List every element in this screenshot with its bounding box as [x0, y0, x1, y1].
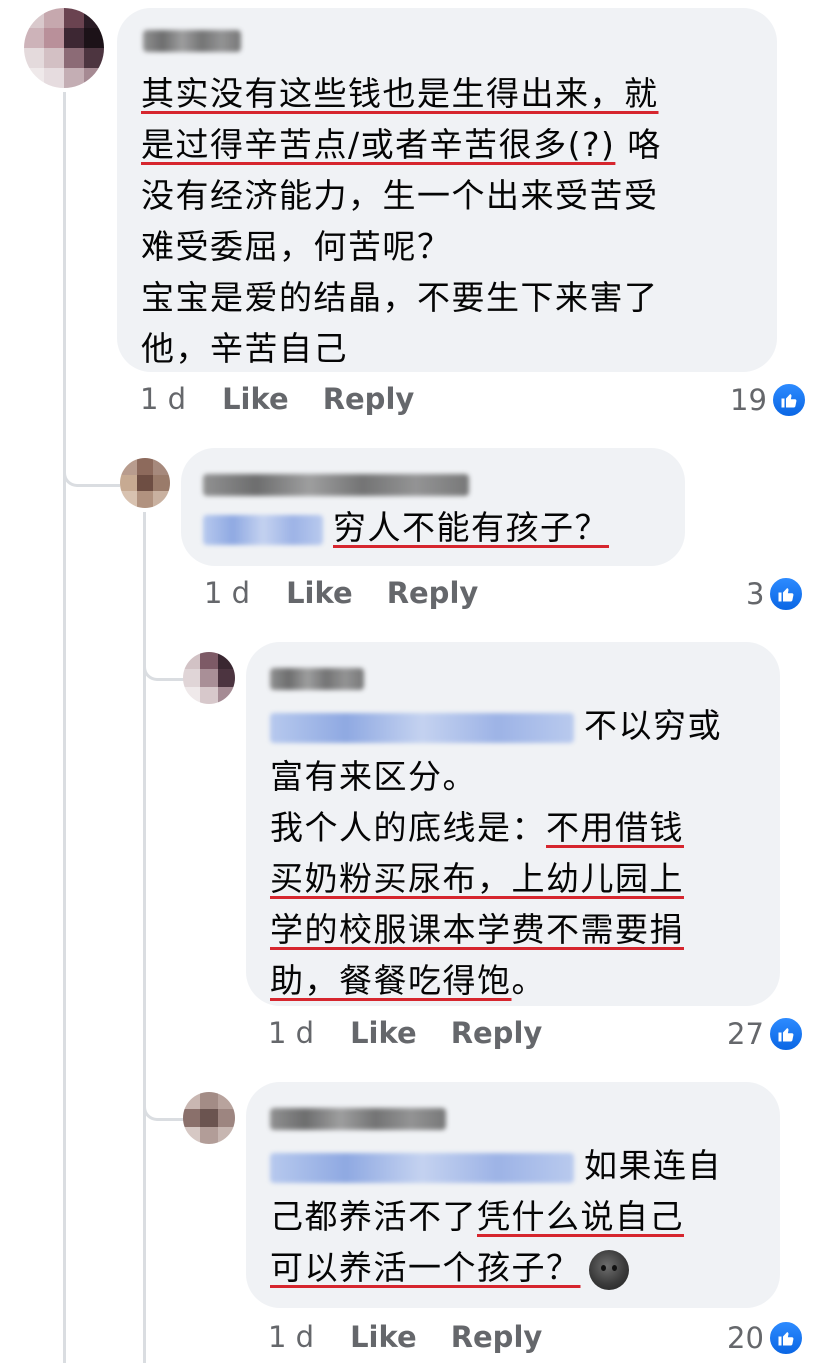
comment-line: 我个人的底线是：不用借钱 — [270, 802, 722, 853]
thread-elbow-reply-1 — [63, 420, 120, 487]
comment-line: 如果连自 — [270, 1140, 722, 1191]
like-icon — [767, 1320, 804, 1356]
comment-line: 买奶粉买尿布，上幼儿园上 — [270, 853, 722, 904]
underlined-text: 是过得辛苦点/或者辛苦很多(?) — [141, 125, 616, 164]
mention-tag[interactable] — [270, 712, 574, 743]
new-moon-face-emoji — [588, 1249, 629, 1290]
mention-tag[interactable] — [270, 1152, 574, 1183]
reaction-number: 3 — [746, 577, 765, 611]
comment-text-segment: 难受委屈，何苦呢？ — [141, 227, 452, 266]
comment-line: 助，餐餐吃得饱。 — [270, 955, 722, 1006]
like-button[interactable]: Like — [350, 1016, 417, 1050]
comment-bubble: 不以穷或富有来区分。我个人的底线是：不用借钱买奶粉买尿布，上幼儿园上 学的校服课本… — [246, 642, 780, 1006]
like-icon — [770, 382, 807, 418]
author-name[interactable] — [203, 474, 469, 496]
author-name[interactable] — [270, 1108, 446, 1130]
comment-bubble: 如果连自己都养活不了凭什么说自己可以养活一个孩子？ — [246, 1082, 780, 1308]
comment-time[interactable]: 1 d — [268, 1320, 314, 1354]
like-button[interactable]: Like — [350, 1320, 417, 1354]
comment-text-segment: 我个人的底线是： — [270, 808, 546, 847]
comment-text-segment: 咯 — [615, 125, 662, 164]
avatar[interactable] — [24, 8, 104, 88]
avatar[interactable] — [183, 1092, 235, 1144]
reaction-number: 20 — [727, 1321, 764, 1355]
comment-line: 可以养活一个孩子？ — [270, 1242, 722, 1293]
avatar[interactable] — [183, 652, 235, 704]
comment-line: 宝宝是爱的结晶，不要生下来害了 — [141, 272, 662, 323]
reaction-count[interactable]: 20 — [727, 1320, 804, 1356]
reaction-count[interactable]: 27 — [727, 1016, 804, 1052]
comment-text-segment: 宝宝是爱的结晶，不要生下来害了 — [141, 278, 659, 317]
reaction-number: 27 — [727, 1017, 764, 1051]
underlined-text: 学的校服课本学费不需要捐 — [270, 910, 684, 949]
mention-tag[interactable] — [203, 514, 323, 545]
comment-line: 富有来区分。 — [270, 751, 722, 802]
comment-text-segment: 己都养活不了 — [270, 1197, 477, 1236]
reply-button[interactable]: Reply — [451, 1320, 543, 1354]
like-icon — [767, 1016, 804, 1052]
underlined-text: 可以养活一个孩子？ — [270, 1248, 581, 1287]
comment-text-segment: 没有经济能力，生一个出来受苦受 — [141, 176, 659, 215]
underlined-text: 买奶粉买尿布，上幼儿园上 — [270, 859, 684, 898]
underlined-text: 不用借钱 — [546, 808, 684, 847]
comment-text: 如果连自己都养活不了凭什么说自己可以养活一个孩子？ — [270, 1140, 722, 1293]
thread-elbow-reply-2 — [143, 620, 186, 681]
comment-line: 他，辛苦自己 — [141, 323, 662, 374]
comment-text-segment: 如果连自 — [584, 1146, 722, 1185]
comment-text-segment: 富有来区分。 — [270, 757, 477, 796]
author-name[interactable] — [270, 668, 364, 690]
comment-time[interactable]: 1 d — [204, 576, 250, 610]
comment-actions: 1 d Like Reply — [268, 1320, 576, 1354]
like-button[interactable]: Like — [222, 382, 289, 416]
comment-text: 不以穷或富有来区分。我个人的底线是：不用借钱买奶粉买尿布，上幼儿园上 学的校服课本… — [270, 700, 722, 1006]
comment-actions: 1 d Like Reply — [268, 1016, 576, 1050]
comment-text-segment: 。 — [511, 961, 546, 1000]
comment-bubble: 其实没有这些钱也是生得出来，就 是过得辛苦点/或者辛苦很多(?) 咯没有经济能力，… — [117, 8, 777, 372]
comment-bubble: 穷人不能有孩子？ — [181, 448, 685, 566]
comment-time[interactable]: 1 d — [140, 382, 186, 416]
comment-actions: 1 d Like Reply — [204, 576, 512, 610]
author-name[interactable] — [143, 30, 241, 52]
reaction-count[interactable]: 19 — [730, 382, 807, 418]
comment-line: 学的校服课本学费不需要捐 — [270, 904, 722, 955]
comment-line: 没有经济能力，生一个出来受苦受 — [141, 170, 662, 221]
comment-line: 其实没有这些钱也是生得出来，就 — [141, 68, 662, 119]
avatar[interactable] — [120, 458, 170, 508]
thread-elbow-reply-3 — [143, 1060, 186, 1121]
reply-button[interactable]: Reply — [323, 382, 415, 416]
reply-button[interactable]: Reply — [451, 1016, 543, 1050]
thread-line-main — [63, 92, 66, 1363]
underlined-text: 凭什么说自己 — [477, 1197, 684, 1236]
underlined-text: 助，餐餐吃得饱 — [270, 961, 512, 1000]
comment-text-segment: 他，辛苦自己 — [141, 329, 348, 368]
like-icon — [768, 576, 805, 612]
comment-line: 不以穷或 — [270, 700, 722, 751]
comment-actions: 1 d Like Reply — [140, 382, 448, 416]
comment-line: 是过得辛苦点/或者辛苦很多(?) 咯 — [141, 119, 662, 170]
reply-button[interactable]: Reply — [387, 576, 479, 610]
comment-text-segment: 不以穷或 — [584, 706, 722, 745]
comment-line: 己都养活不了凭什么说自己 — [270, 1191, 722, 1242]
reaction-number: 19 — [730, 383, 767, 417]
comment-line: 难受委屈，何苦呢？ — [141, 221, 662, 272]
underlined-text: 穷人不能有孩子？ — [333, 508, 609, 547]
comment-text: 其实没有这些钱也是生得出来，就 是过得辛苦点/或者辛苦很多(?) 咯没有经济能力，… — [141, 68, 662, 374]
reaction-count[interactable]: 3 — [746, 576, 805, 612]
underlined-text: 其实没有这些钱也是生得出来，就 — [141, 74, 659, 113]
comment-time[interactable]: 1 d — [268, 1016, 314, 1050]
like-button[interactable]: Like — [286, 576, 353, 610]
comment-text: 穷人不能有孩子？ — [203, 502, 609, 553]
